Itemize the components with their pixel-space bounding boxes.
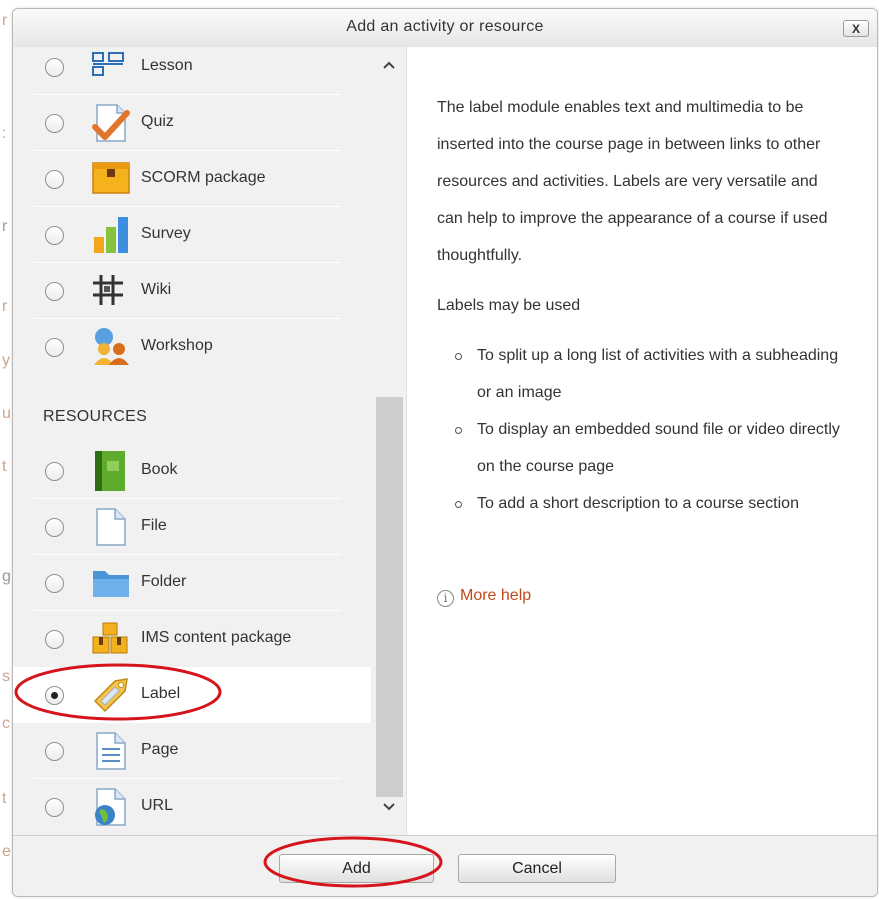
add-button[interactable]: Add [279, 854, 434, 883]
background-fragment: r [2, 12, 8, 29]
background-fragment: t [2, 790, 7, 807]
background-fragment: u [2, 405, 11, 422]
url-globe-icon [91, 787, 131, 827]
book-icon [91, 451, 131, 491]
list-scrollbar[interactable] [373, 47, 406, 835]
list-item-page[interactable]: Page [13, 723, 371, 779]
radio-workshop[interactable] [45, 338, 64, 357]
list-item-wiki[interactable]: Wiki [13, 263, 371, 319]
page-icon [91, 731, 131, 771]
radio-scorm-package[interactable] [45, 170, 64, 189]
resources-heading: RESOURCES [43, 408, 148, 425]
close-icon: X [851, 22, 860, 36]
list-item-label: Lesson [141, 57, 193, 74]
background-fragment: r [2, 218, 8, 235]
lesson-icon [91, 47, 131, 87]
module-description: The label module enables text and multim… [437, 89, 847, 522]
radio-folder[interactable] [45, 574, 64, 593]
list-item-label: Folder [141, 573, 187, 590]
list-item-label: SCORM package [141, 169, 266, 186]
background-fragment: t [2, 458, 7, 475]
more-help-label: More help [460, 587, 532, 604]
module-list: Lesson Quiz SCORM package Survey Wiki Wo… [13, 47, 406, 835]
label-tag-icon [91, 675, 131, 715]
list-item-file[interactable]: File [13, 499, 371, 555]
list-item-label: Survey [141, 225, 191, 242]
list-item: To add a short description to a course s… [455, 485, 847, 522]
background-fragment: r [2, 298, 8, 315]
radio-quiz[interactable] [45, 114, 64, 133]
description-uses-list: To split up a long list of activities wi… [437, 337, 847, 522]
wiki-icon [91, 271, 131, 311]
list-item-label: Workshop [141, 337, 213, 354]
list-item-survey[interactable]: Survey [13, 207, 371, 263]
list-item-scorm-package[interactable]: SCORM package [13, 151, 371, 207]
list-item-label: Book [141, 461, 178, 478]
background-fragment: g [2, 568, 11, 585]
radio-url[interactable] [45, 798, 64, 817]
list-item: To display an embedded sound file or vid… [455, 411, 847, 485]
background-fragment: e [2, 843, 11, 860]
description-uses-heading: Labels may be used [437, 297, 581, 314]
more-help-link[interactable]: i More help [437, 587, 531, 607]
list-item-folder[interactable]: Folder [13, 555, 371, 611]
dialog-title: Add an activity or resource [346, 18, 544, 35]
chevron-down-icon[interactable] [379, 799, 399, 819]
list-item-label: Quiz [141, 113, 174, 130]
chevron-up-icon[interactable] [379, 57, 399, 77]
list-item-workshop[interactable]: Workshop [13, 319, 371, 375]
folder-icon [91, 563, 131, 603]
module-description-panel: The label module enables text and multim… [406, 47, 877, 835]
dialog-titlebar: Add an activity or resource X [13, 9, 877, 48]
survey-icon [91, 215, 131, 255]
list-item-ims-content-package[interactable]: IMS content package [13, 611, 371, 667]
list-item-label: Wiki [141, 281, 172, 298]
background-fragment: c [2, 715, 10, 732]
ims-content-package-icon [91, 619, 131, 659]
radio-file[interactable] [45, 518, 64, 537]
list-item-quiz[interactable]: Quiz [13, 95, 371, 151]
close-button[interactable]: X [843, 20, 869, 37]
list-item-label: Page [141, 741, 179, 758]
list-item-label: Label [141, 685, 181, 702]
description-intro: The label module enables text and multim… [437, 99, 828, 264]
list-item-label: IMS content package [141, 629, 292, 646]
info-icon: i [437, 590, 454, 607]
list-item-lesson[interactable]: Lesson [13, 47, 371, 95]
list-item-book[interactable]: Book [13, 443, 371, 499]
background-fragment: : [2, 125, 7, 142]
list-item-label: File [141, 517, 167, 534]
cancel-button[interactable]: Cancel [458, 854, 616, 883]
radio-survey[interactable] [45, 226, 64, 245]
radio-label[interactable] [45, 686, 64, 705]
workshop-icon [91, 327, 131, 367]
scrollbar-thumb[interactable] [376, 397, 403, 797]
radio-ims-content-package[interactable] [45, 630, 64, 649]
scorm-package-icon [91, 159, 131, 199]
list-item-label: URL [141, 797, 174, 814]
dialog-footer: Add Cancel [13, 835, 877, 896]
quiz-icon [91, 103, 131, 143]
background-fragment: y [2, 352, 10, 369]
background-fragment: s [2, 668, 10, 685]
radio-book[interactable] [45, 462, 64, 481]
file-icon [91, 507, 131, 547]
radio-page[interactable] [45, 742, 64, 761]
list-item: To split up a long list of activities wi… [455, 337, 847, 411]
radio-lesson[interactable] [45, 58, 64, 77]
list-item-url[interactable]: URL [13, 779, 371, 835]
list-item-label-module[interactable]: Label [13, 667, 371, 723]
add-activity-dialog: Add an activity or resource X Lesson Qui… [12, 8, 878, 897]
radio-wiki[interactable] [45, 282, 64, 301]
